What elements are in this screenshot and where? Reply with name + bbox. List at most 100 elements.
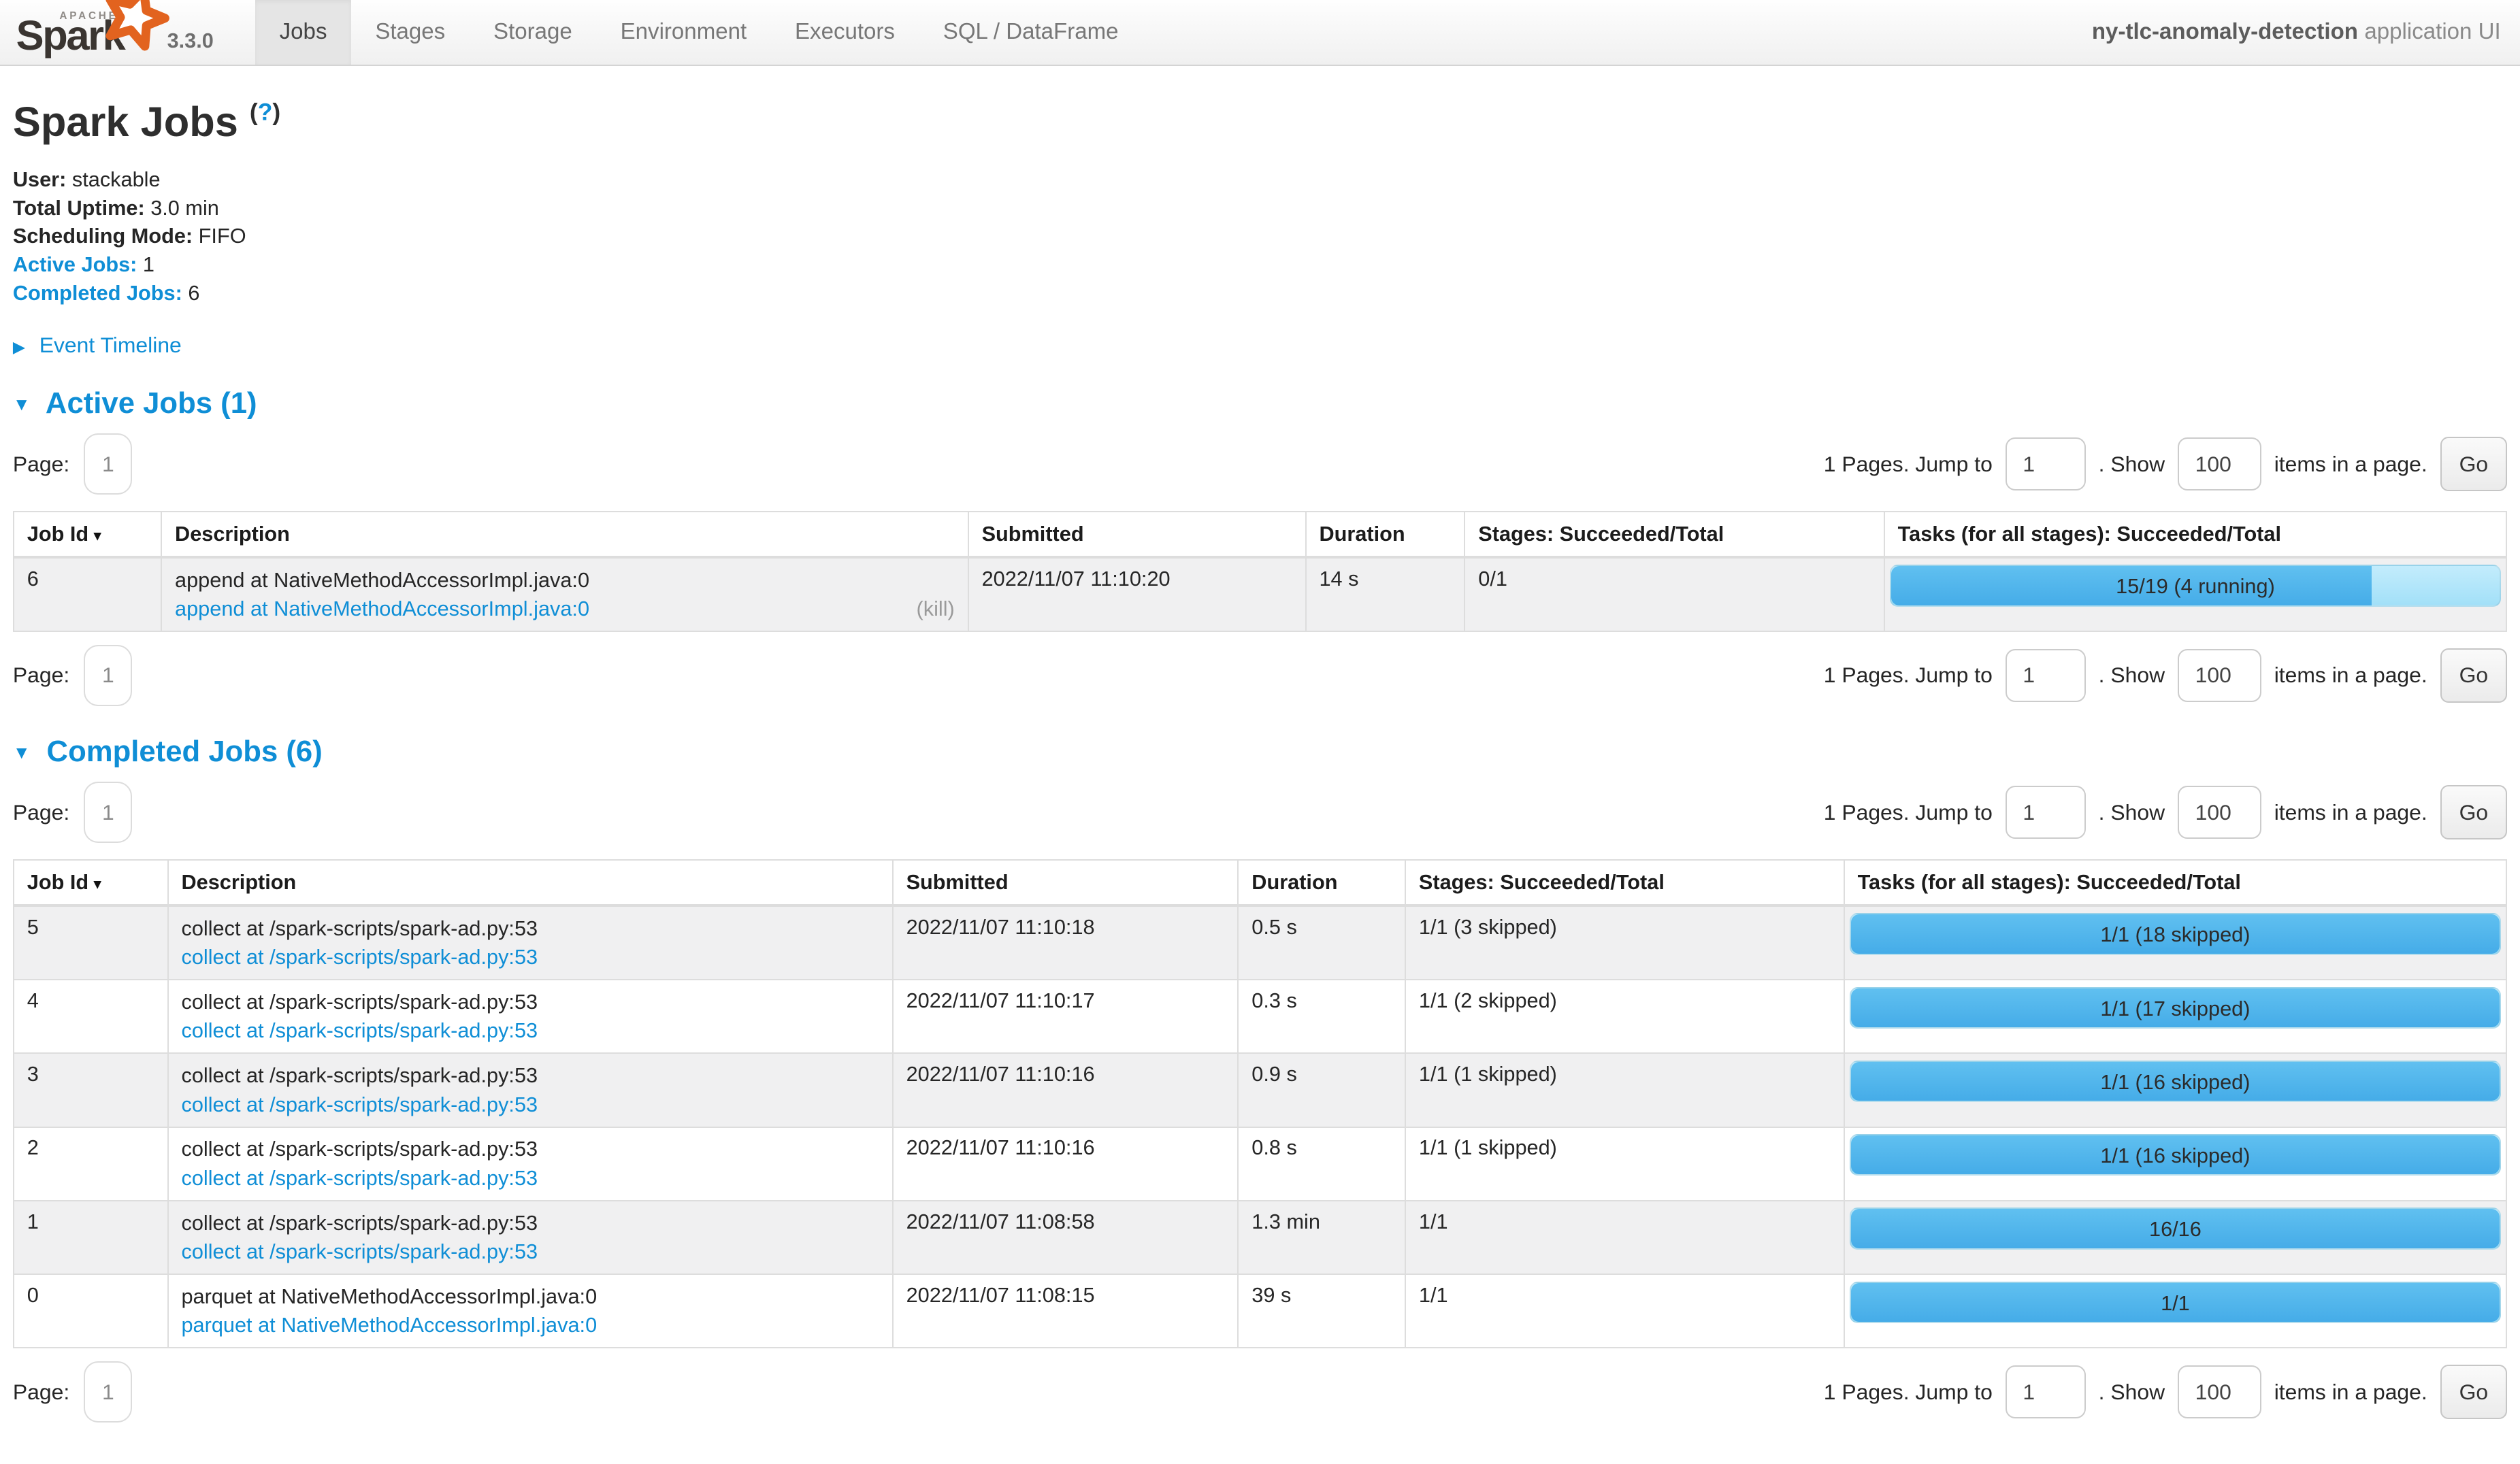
column-submitted[interactable]: Submitted: [893, 860, 1239, 905]
tasks-cell: 1/1 (17 skipped): [1844, 980, 2506, 1053]
completed-jobs-link[interactable]: Completed Jobs:: [13, 281, 182, 305]
stages-cell: 1/1: [1405, 1201, 1844, 1274]
jump-to-page-input[interactable]: [2006, 437, 2086, 490]
duration-cell: 0.8 s: [1238, 1127, 1405, 1201]
items-per-page-input[interactable]: [2178, 786, 2261, 839]
tasks-progress-bar: 1/1 (18 skipped): [1850, 913, 2501, 954]
column-duration[interactable]: Duration: [1238, 860, 1405, 905]
tab-executors[interactable]: Executors: [771, 0, 919, 65]
jump-to-page-input[interactable]: [2006, 786, 2086, 839]
description-cell: collect at /spark-scripts/spark-ad.py:53…: [168, 905, 893, 980]
items-per-page-input[interactable]: [2178, 1365, 2261, 1418]
job-row: 5 collect at /spark-scripts/spark-ad.py:…: [14, 905, 2506, 980]
summary-user: User: stackable: [13, 165, 2507, 194]
spark-logo[interactable]: APACHE Spark 3.3.0: [0, 0, 229, 65]
tab-sql-dataframe[interactable]: SQL / DataFrame: [919, 0, 1143, 65]
tasks-progress-label: 1/1 (16 skipped): [1851, 1135, 2500, 1176]
job-row: 0 parquet at NativeMethodAccessorImpl.ja…: [14, 1274, 2506, 1348]
tab-environment[interactable]: Environment: [596, 0, 770, 65]
tasks-progress-label: 16/16: [1851, 1209, 2500, 1249]
job-row: 2 collect at /spark-scripts/spark-ad.py:…: [14, 1127, 2506, 1201]
spark-version: 3.3.0: [164, 29, 220, 59]
job-description-link[interactable]: parquet at NativeMethodAccessorImpl.java…: [181, 1312, 597, 1339]
column-tasks[interactable]: Tasks (for all stages): Succeeded/Total: [1884, 512, 2506, 557]
show-text: . Show: [2099, 452, 2165, 477]
active-jobs-pagination-bottom: Page: 1 1 Pages. Jump to . Show items in…: [13, 645, 2507, 706]
job-description-link[interactable]: collect at /spark-scripts/spark-ad.py:53: [181, 1238, 538, 1265]
help-question-icon[interactable]: ?: [258, 98, 273, 125]
go-button[interactable]: Go: [2440, 785, 2507, 839]
summary-active-jobs: Active Jobs: 1: [13, 250, 2507, 279]
active-jobs-header[interactable]: ▼ Active Jobs (1): [13, 386, 2507, 420]
stages-cell: 1/1 (3 skipped): [1405, 905, 1844, 980]
job-summary: User: stackable Total Uptime: 3.0 min Sc…: [13, 165, 2507, 307]
submitted-cell: 2022/11/07 11:10:17: [893, 980, 1239, 1053]
event-timeline-toggle[interactable]: ▶ Event Timeline: [13, 333, 2507, 358]
application-suffix: application UI: [2364, 19, 2500, 45]
column-job-id[interactable]: Job Id▾: [14, 860, 168, 905]
pages-jump-text: 1 Pages. Jump to: [1824, 1380, 1993, 1405]
column-description[interactable]: Description: [168, 860, 893, 905]
nav-tabs: Jobs Stages Storage Environment Executor…: [255, 0, 1143, 65]
column-job-id[interactable]: Job Id▾: [14, 512, 161, 557]
job-description-link[interactable]: collect at /spark-scripts/spark-ad.py:53: [181, 944, 538, 971]
jump-to-page-input[interactable]: [2006, 649, 2086, 702]
kill-job-link[interactable]: (kill): [917, 595, 955, 622]
column-tasks[interactable]: Tasks (for all stages): Succeeded/Total: [1844, 860, 2506, 905]
column-submitted[interactable]: Submitted: [968, 512, 1306, 557]
items-per-page-input[interactable]: [2178, 649, 2261, 702]
duration-cell: 0.9 s: [1238, 1053, 1405, 1127]
show-text: . Show: [2099, 1380, 2165, 1405]
stages-cell: 1/1 (1 skipped): [1405, 1053, 1844, 1127]
duration-cell: 0.3 s: [1238, 980, 1405, 1053]
active-jobs-link[interactable]: Active Jobs:: [13, 252, 137, 276]
column-description[interactable]: Description: [161, 512, 968, 557]
column-duration[interactable]: Duration: [1306, 512, 1465, 557]
pages-jump-text: 1 Pages. Jump to: [1824, 663, 1993, 688]
summary-scheduling-mode: Scheduling Mode: FIFO: [13, 222, 2507, 250]
tasks-cell: 1/1 (18 skipped): [1844, 905, 2506, 980]
items-text: items in a page.: [2274, 663, 2427, 688]
completed-jobs-header-row: Job Id▾ Description Submitted Duration S…: [14, 860, 2506, 905]
tasks-cell: 16/16: [1844, 1201, 2506, 1274]
tab-stages[interactable]: Stages: [351, 0, 470, 65]
description-cell: collect at /spark-scripts/spark-ad.py:53…: [168, 1127, 893, 1201]
application-title: ny-tlc-anomaly-detection application UI: [2092, 0, 2520, 65]
page-number-button[interactable]: 1: [84, 782, 132, 843]
spark-star-icon: [99, 0, 170, 53]
job-description-link[interactable]: append at NativeMethodAccessorImpl.java:…: [175, 595, 589, 622]
tasks-cell: 1/1 (16 skipped): [1844, 1053, 2506, 1127]
tasks-progress-bar: 1/1 (16 skipped): [1850, 1061, 2501, 1102]
go-button[interactable]: Go: [2440, 437, 2507, 491]
column-stages[interactable]: Stages: Succeeded/Total: [1405, 860, 1844, 905]
tab-storage[interactable]: Storage: [470, 0, 597, 65]
page-number-button[interactable]: 1: [84, 433, 132, 495]
summary-completed-jobs: Completed Jobs: 6: [13, 279, 2507, 307]
collapse-arrow-icon: ▼: [13, 394, 31, 414]
page-number-button[interactable]: 1: [84, 645, 132, 706]
job-description: collect at /spark-scripts/spark-ad.py:53: [181, 988, 879, 1016]
items-text: items in a page.: [2274, 452, 2427, 477]
items-per-page-input[interactable]: [2178, 437, 2261, 490]
page-number-button[interactable]: 1: [84, 1361, 132, 1423]
go-button[interactable]: Go: [2440, 648, 2507, 703]
items-text: items in a page.: [2274, 800, 2427, 825]
completed-jobs-header[interactable]: ▼ Completed Jobs (6): [13, 735, 2507, 769]
description-cell: append at NativeMethodAccessorImpl.java:…: [161, 557, 968, 631]
navbar: APACHE Spark 3.3.0 Jobs Stages Storage E…: [0, 0, 2520, 66]
duration-cell: 1.3 min: [1238, 1201, 1405, 1274]
job-description-link[interactable]: collect at /spark-scripts/spark-ad.py:53: [181, 1017, 538, 1044]
tasks-progress-bar: 1/1 (17 skipped): [1850, 987, 2501, 1029]
jump-to-page-input[interactable]: [2006, 1365, 2086, 1418]
job-description-link[interactable]: collect at /spark-scripts/spark-ad.py:53: [181, 1165, 538, 1192]
job-row: 3 collect at /spark-scripts/spark-ad.py:…: [14, 1053, 2506, 1127]
job-description-link[interactable]: collect at /spark-scripts/spark-ad.py:53: [181, 1091, 538, 1118]
stages-cell: 1/1: [1405, 1274, 1844, 1348]
go-button[interactable]: Go: [2440, 1365, 2507, 1419]
stages-cell: 1/1 (1 skipped): [1405, 1127, 1844, 1201]
column-stages[interactable]: Stages: Succeeded/Total: [1464, 512, 1884, 557]
tab-jobs[interactable]: Jobs: [255, 0, 351, 65]
stages-cell: 0/1: [1464, 557, 1884, 631]
submitted-cell: 2022/11/07 11:08:58: [893, 1201, 1239, 1274]
active-job-row: 6 append at NativeMethodAccessorImpl.jav…: [14, 557, 2506, 631]
